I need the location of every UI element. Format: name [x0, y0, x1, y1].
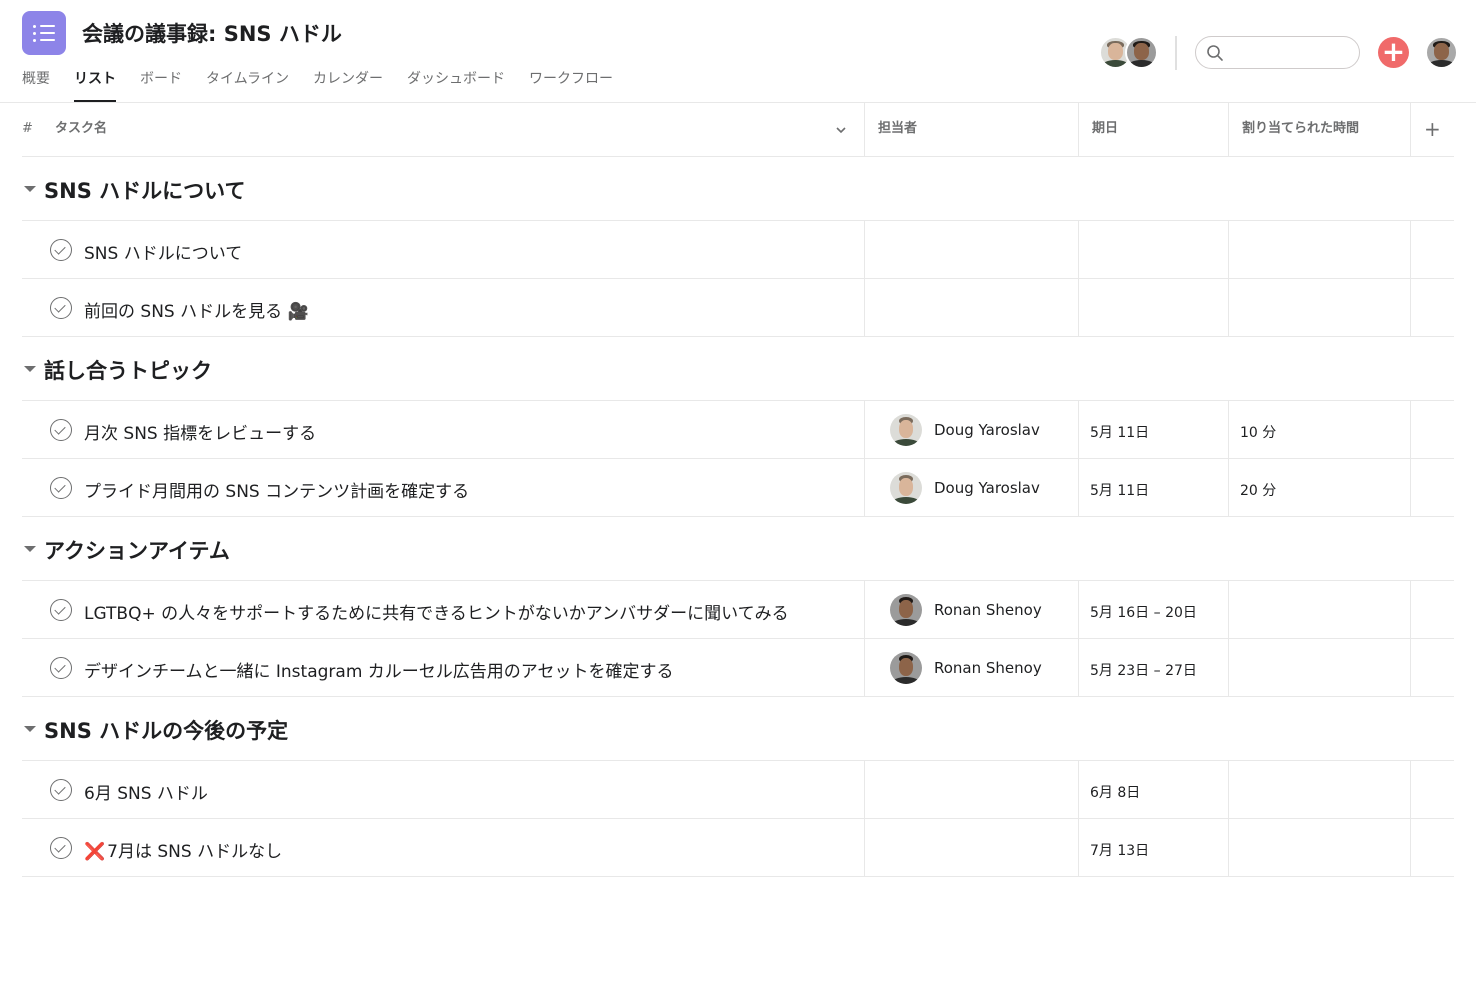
assignee-avatar[interactable]	[890, 472, 922, 504]
cross-mark-icon: ❌	[84, 842, 106, 862]
task-name[interactable]: デザインチームと一緒に Instagram カルーセル広告用のアセットを確定する	[84, 657, 673, 682]
search-input[interactable]	[1195, 36, 1360, 69]
due-date[interactable]: 5月 11日	[1090, 422, 1149, 442]
list-icon[interactable]	[22, 11, 66, 55]
task-row[interactable]: プライド月間用の SNS コンテンツ計画を確定する Doug Yaroslav …	[22, 459, 1454, 517]
allocated-time[interactable]: 20 分	[1240, 480, 1276, 500]
caret-down-icon[interactable]	[24, 546, 36, 552]
section-header[interactable]: 話し合うトピック	[22, 337, 1454, 401]
task-name[interactable]: ❌ 7月は SNS ハドルなし	[84, 837, 282, 862]
caret-down-icon[interactable]	[24, 186, 36, 192]
task-row[interactable]: 6月 SNS ハドル 6月 8日	[22, 761, 1454, 819]
task-name[interactable]: SNS ハドルについて	[84, 239, 242, 264]
section-title[interactable]: 話し合うトピック	[44, 355, 212, 385]
column-separator	[1078, 103, 1079, 157]
column-due-date[interactable]: 期日	[1092, 103, 1118, 157]
tab-timeline[interactable]: タイムライン	[206, 66, 289, 102]
allocated-time[interactable]: 10 分	[1240, 422, 1276, 442]
tab-overview[interactable]: 概要	[22, 66, 50, 102]
tab-calendar[interactable]: カレンダー	[313, 66, 383, 102]
column-header-row: # タスク名 担当者 期日 割り当てられた時間 +	[22, 103, 1454, 157]
task-name[interactable]: 月次 SNS 指標をレビューする	[84, 419, 316, 444]
task-row[interactable]: 月次 SNS 指標をレビューする Doug Yaroslav 5月 11日 10…	[22, 401, 1454, 459]
caret-down-icon[interactable]	[24, 366, 36, 372]
search-icon	[1207, 45, 1223, 61]
column-separator	[864, 103, 865, 157]
section-title[interactable]: SNS ハドルの今後の予定	[44, 715, 288, 745]
check-circle-icon[interactable]	[50, 837, 72, 859]
view-tabs: 概要 リスト ボード タイムライン カレンダー ダッシュボード ワークフロー	[22, 66, 637, 103]
due-date[interactable]: 7月 13日	[1090, 840, 1149, 860]
section-title[interactable]: アクションアイテム	[44, 535, 230, 565]
due-date[interactable]: 5月 11日	[1090, 480, 1149, 500]
check-circle-icon[interactable]	[50, 477, 72, 499]
task-name[interactable]: LGTBQ+ の人々をサポートするために共有できるヒントがないかアンバサダーに聞…	[84, 599, 789, 624]
check-circle-icon[interactable]	[50, 239, 72, 261]
check-circle-icon[interactable]	[50, 657, 72, 679]
project-title[interactable]: 会議の議事録: SNS ハドル	[82, 18, 342, 48]
due-date[interactable]: 5月 16日 – 20日	[1090, 602, 1197, 622]
task-row[interactable]: 前回の SNS ハドルを見る 🎥	[22, 279, 1454, 337]
column-task-name[interactable]: タスク名	[55, 103, 107, 157]
project-header: 会議の議事録: SNS ハドル 概要 リスト ボード タイムライン カレンダー …	[0, 0, 1476, 103]
assignee-avatar[interactable]	[890, 414, 922, 446]
tab-list[interactable]: リスト	[74, 66, 116, 102]
due-date[interactable]: 5月 23日 – 27日	[1090, 660, 1197, 680]
task-row[interactable]: LGTBQ+ の人々をサポートするために共有できるヒントがないかアンバサダーに聞…	[22, 581, 1454, 639]
check-circle-icon[interactable]	[50, 297, 72, 319]
check-circle-icon[interactable]	[50, 599, 72, 621]
task-name-text: 7月は SNS ハドルなし	[107, 842, 283, 862]
check-circle-icon[interactable]	[50, 419, 72, 441]
section-title[interactable]: SNS ハドルについて	[44, 175, 246, 205]
section-header[interactable]: アクションアイテム	[22, 517, 1454, 581]
check-circle-icon[interactable]	[50, 779, 72, 801]
column-separator	[1410, 103, 1411, 157]
due-date[interactable]: 6月 8日	[1090, 782, 1140, 802]
assignee-name[interactable]: Ronan Shenoy	[934, 659, 1042, 677]
column-separator	[1228, 103, 1229, 157]
tab-board[interactable]: ボード	[140, 66, 182, 102]
section-header[interactable]: SNS ハドルについて	[22, 157, 1454, 221]
tab-workflow[interactable]: ワークフロー	[529, 66, 613, 102]
tab-dashboard[interactable]: ダッシュボード	[407, 66, 505, 102]
task-row[interactable]: デザインチームと一緒に Instagram カルーセル広告用のアセットを確定する…	[22, 639, 1454, 697]
assignee-avatar[interactable]	[890, 652, 922, 684]
column-number: #	[22, 121, 33, 136]
task-row[interactable]: SNS ハドルについて	[22, 221, 1454, 279]
column-allocated-time[interactable]: 割り当てられた時間	[1242, 103, 1359, 157]
task-name[interactable]: プライド月間用の SNS コンテンツ計画を確定する	[84, 477, 469, 502]
add-button[interactable]: +	[1378, 37, 1409, 68]
task-row[interactable]: ❌ 7月は SNS ハドルなし 7月 13日	[22, 819, 1454, 877]
header-divider	[1175, 36, 1177, 70]
user-avatar[interactable]	[1425, 36, 1458, 69]
chevron-down-icon[interactable]	[835, 125, 847, 135]
member-avatar-ronan[interactable]	[1125, 36, 1158, 69]
assignee-avatar[interactable]	[890, 594, 922, 626]
caret-down-icon[interactable]	[24, 726, 36, 732]
task-name[interactable]: 前回の SNS ハドルを見る 🎥	[84, 297, 309, 322]
column-assignee[interactable]: 担当者	[878, 103, 917, 157]
task-name[interactable]: 6月 SNS ハドル	[84, 779, 208, 804]
section-header[interactable]: SNS ハドルの今後の予定	[22, 697, 1454, 761]
assignee-name[interactable]: Ronan Shenoy	[934, 601, 1042, 619]
add-column-button[interactable]: +	[1424, 103, 1441, 157]
assignee-name[interactable]: Doug Yaroslav	[934, 479, 1040, 497]
assignee-name[interactable]: Doug Yaroslav	[934, 421, 1040, 439]
